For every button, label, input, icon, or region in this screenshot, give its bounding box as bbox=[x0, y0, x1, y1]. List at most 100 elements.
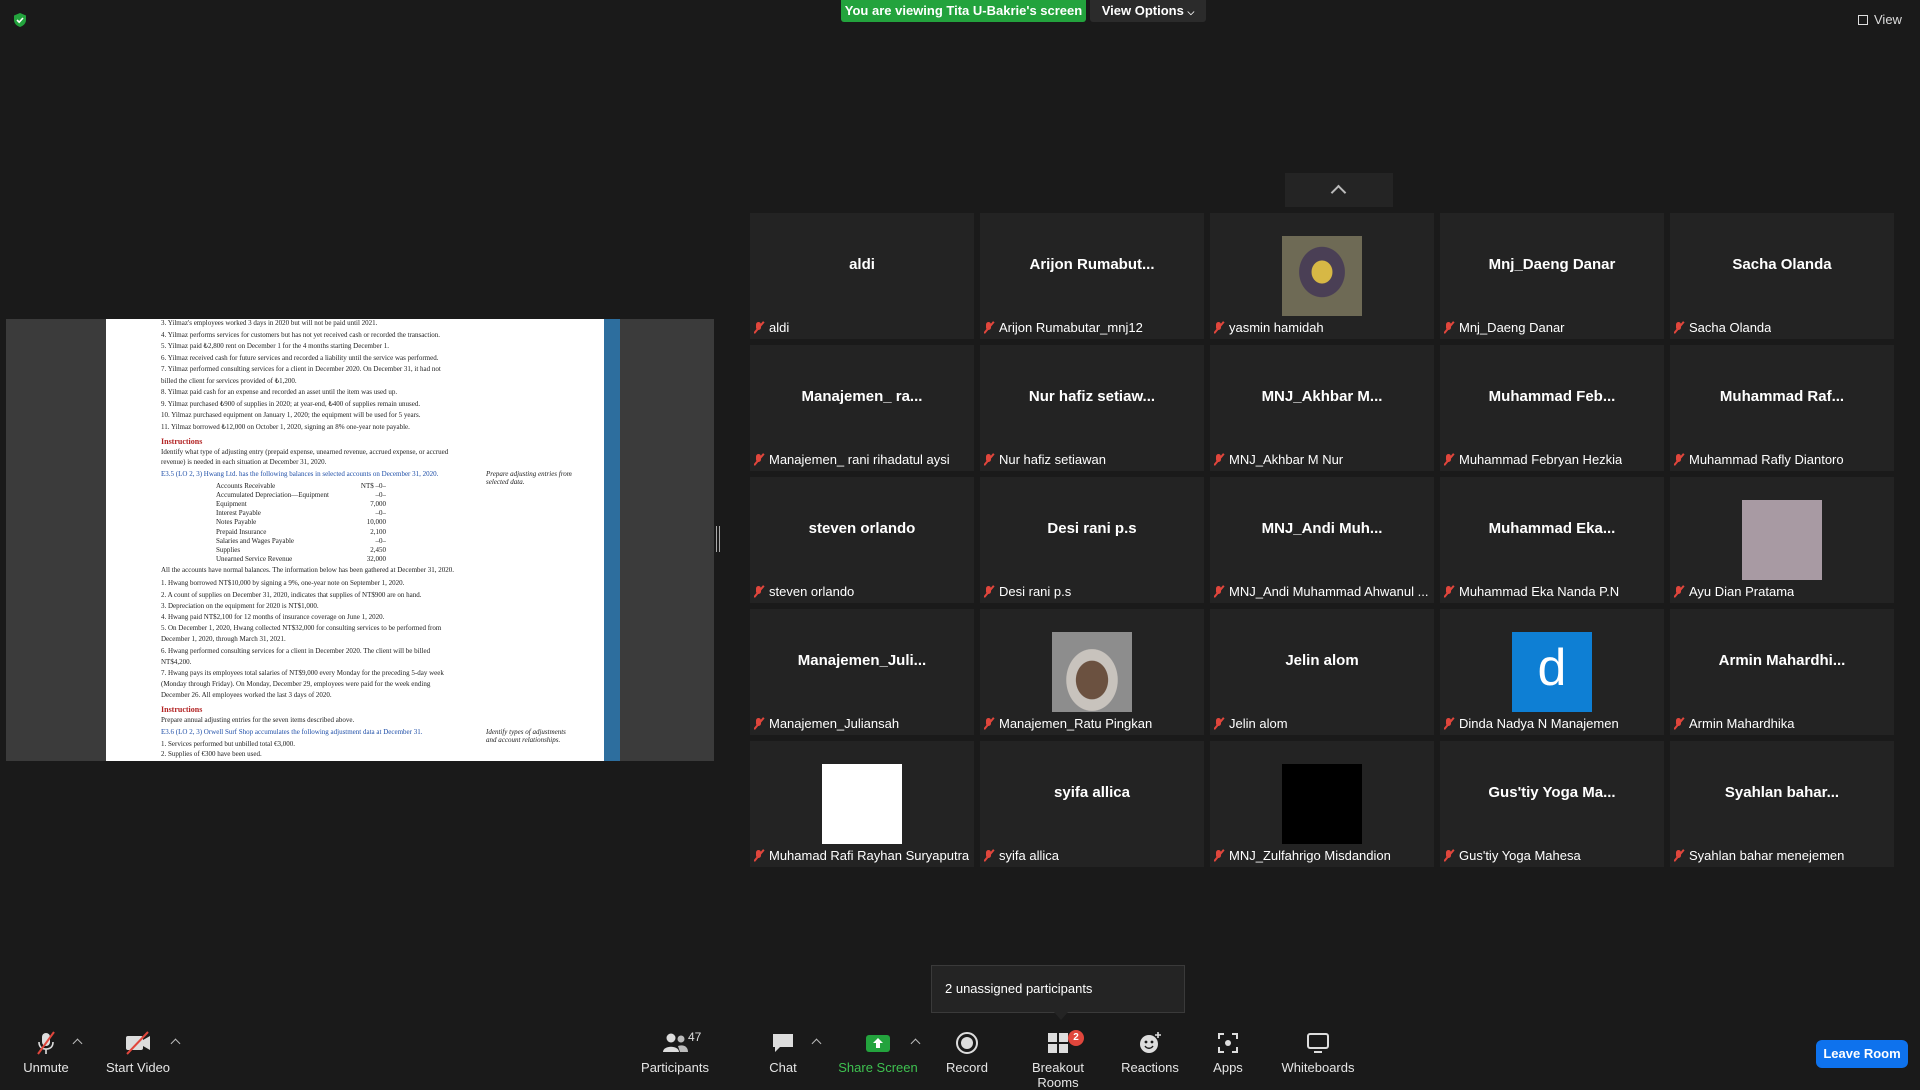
muted-mic-icon bbox=[1444, 586, 1453, 598]
participant-tile[interactable]: Muhammad Eka... Muhammad Eka Nanda P.N bbox=[1440, 477, 1664, 603]
whiteboard-icon bbox=[1280, 1030, 1356, 1056]
participant-avatar: d bbox=[1512, 632, 1592, 712]
participant-tile[interactable]: Muhamad Rafi Rayhan Suryaputra bbox=[750, 741, 974, 867]
collapse-gallery-button[interactable] bbox=[1285, 173, 1393, 207]
participant-tile[interactable]: Sacha Olanda Sacha Olanda bbox=[1670, 213, 1894, 339]
participant-tile[interactable]: MNJ_Zulfahrigo Misdandion bbox=[1210, 741, 1434, 867]
participant-tile[interactable]: Desi rani p.s Desi rani p.s bbox=[980, 477, 1204, 603]
participant-display-name: steven orlando bbox=[808, 520, 916, 537]
participant-tile[interactable]: aldi aldi bbox=[750, 213, 974, 339]
share-screen-label: Share Screen bbox=[838, 1060, 918, 1075]
shared-screen[interactable]: 3. Yilmaz's employees worked 3 days in 2… bbox=[6, 319, 714, 761]
participant-name-text: aldi bbox=[769, 320, 790, 335]
participants-button[interactable]: 47 Participants bbox=[640, 1030, 710, 1075]
muted-mic-icon bbox=[754, 586, 763, 598]
participant-tile[interactable]: syifa allica syifa allica bbox=[980, 741, 1204, 867]
chat-button[interactable]: Chat bbox=[758, 1030, 808, 1075]
document-text-line: 6. Yilmaz received cash for future servi… bbox=[161, 353, 439, 362]
participant-name-label: Gus'tiy Yoga Mahesa bbox=[1444, 847, 1581, 865]
document-text-line: 1. Services performed but unbilled total… bbox=[161, 739, 295, 748]
muted-mic-icon bbox=[1444, 718, 1453, 730]
participant-name-text: Manajemen_Juliansah bbox=[769, 716, 900, 731]
participants-icon: 47 bbox=[640, 1030, 710, 1056]
participant-display-name: Mnj_Daeng Danar bbox=[1488, 256, 1616, 273]
document-text-line: 9. Yilmaz purchased ₺900 of supplies in … bbox=[161, 399, 421, 408]
participant-name-label: Manajemen_Ratu Pingkan bbox=[984, 715, 1152, 733]
participant-display-name: Armin Mahardhi... bbox=[1718, 652, 1846, 669]
record-button[interactable]: Record bbox=[942, 1030, 992, 1075]
document-text-line: 4. Hwang paid NT$2,100 for 12 months of … bbox=[161, 612, 385, 621]
participant-tile[interactable]: Nur hafiz setiaw... Nur hafiz setiawan bbox=[980, 345, 1204, 471]
participant-tile[interactable]: steven orlando steven orlando bbox=[750, 477, 974, 603]
participant-name-text: Sacha Olanda bbox=[1689, 320, 1772, 335]
participants-label: Participants bbox=[641, 1060, 709, 1075]
participant-name-label: MNJ_Andi Muhammad Ahwanul ... bbox=[1214, 583, 1428, 601]
participant-tile[interactable]: Jelin alom Jelin alom bbox=[1210, 609, 1434, 735]
account-value: NT$ –0– bbox=[360, 481, 386, 490]
document-text-line: 1. Hwang borrowed NT$10,000 by signing a… bbox=[161, 579, 405, 588]
participant-name-label: Muhamad Rafi Rayhan Suryaputra bbox=[754, 847, 969, 865]
participant-tile[interactable]: Manajemen_Ratu Pingkan bbox=[980, 609, 1204, 735]
video-off-icon bbox=[104, 1030, 172, 1056]
unmute-button[interactable]: Unmute bbox=[14, 1030, 78, 1075]
participant-tile[interactable]: Syahlan bahar... Syahlan bahar menejemen bbox=[1670, 741, 1894, 867]
muted-mic-icon bbox=[1444, 850, 1453, 862]
apps-button[interactable]: Apps bbox=[1208, 1030, 1248, 1075]
participant-tile[interactable]: MNJ_Akhbar M... MNJ_Akhbar M Nur bbox=[1210, 345, 1434, 471]
participant-tile[interactable]: Manajemen_ ra... Manajemen_ rani rihadatu… bbox=[750, 345, 974, 471]
muted-mic-icon bbox=[984, 850, 993, 862]
participant-name-text: Muhammad Eka Nanda P.N bbox=[1459, 584, 1620, 599]
participant-tile[interactable]: MNJ_Andi Muh... MNJ_Andi Muhammad Ahwanul… bbox=[1210, 477, 1434, 603]
participant-display-name: MNJ_Akhbar M... bbox=[1261, 388, 1383, 405]
muted-mic-icon bbox=[1214, 586, 1223, 598]
participant-tile[interactable]: Gus'tiy Yoga Ma... Gus'tiy Yoga Mahesa bbox=[1440, 741, 1664, 867]
reactions-button[interactable]: Reactions bbox=[1120, 1030, 1180, 1075]
start-video-button[interactable]: Start Video bbox=[104, 1030, 172, 1075]
participant-display-name: Muhammad Eka... bbox=[1488, 520, 1616, 537]
participant-name-text: Nur hafiz setiawan bbox=[999, 452, 1106, 467]
muted-mic-icon bbox=[1214, 850, 1223, 862]
participant-tile[interactable]: Mnj_Daeng Danar Mnj_Daeng Danar bbox=[1440, 213, 1664, 339]
participant-name-text: Manajemen_ rani rihadatul aysi bbox=[769, 452, 950, 467]
document-text-line: 8. Yilmaz paid cash for an expense and r… bbox=[161, 388, 398, 396]
leave-room-button[interactable]: Leave Room bbox=[1816, 1040, 1908, 1068]
document-text-line: 6. Hwang performed consulting services f… bbox=[161, 646, 431, 655]
document-text-line: Identify what type of adjusting entry (p… bbox=[161, 448, 449, 456]
participant-name-text: steven orlando bbox=[769, 584, 855, 599]
chat-bubble-icon bbox=[758, 1030, 808, 1056]
chat-options-caret[interactable] bbox=[811, 1038, 822, 1049]
participant-avatar bbox=[1282, 236, 1362, 316]
muted-mic-icon bbox=[1674, 850, 1683, 862]
resize-splitter-handle[interactable] bbox=[716, 526, 720, 552]
view-layout-button[interactable]: View bbox=[1858, 10, 1914, 30]
breakout-rooms-label: Breakout Rooms bbox=[1031, 1060, 1085, 1090]
participant-tile[interactable]: yasmin hamidah bbox=[1210, 213, 1434, 339]
participant-tile[interactable]: Muhammad Feb... Muhammad Febryan Hezkia bbox=[1440, 345, 1664, 471]
security-shield-icon[interactable] bbox=[12, 12, 28, 28]
participant-tile[interactable]: Muhammad Raf... Muhammad Rafly Diantoro bbox=[1670, 345, 1894, 471]
participant-name-label: MNJ_Zulfahrigo Misdandion bbox=[1214, 847, 1391, 865]
participant-tile[interactable]: d Dinda Nadya N Manajemen bbox=[1440, 609, 1664, 735]
participant-name-label: Armin Mahardhika bbox=[1674, 715, 1795, 733]
muted-mic-icon bbox=[14, 1030, 78, 1056]
share-screen-button[interactable]: Share Screen bbox=[838, 1030, 918, 1075]
participant-display-name: Desi rani p.s bbox=[1047, 520, 1137, 537]
muted-mic-icon bbox=[754, 322, 763, 334]
breakout-rooms-button[interactable]: 2 Breakout Rooms bbox=[1012, 1030, 1104, 1090]
participant-tile[interactable]: Ayu Dian Pratama bbox=[1670, 477, 1894, 603]
participant-name-label: Sacha Olanda bbox=[1674, 319, 1771, 337]
participant-tile[interactable]: Armin Mahardhi... Armin Mahardhika bbox=[1670, 609, 1894, 735]
view-options-button[interactable]: View Options ⌵ bbox=[1090, 0, 1206, 22]
video-options-caret[interactable] bbox=[170, 1038, 181, 1049]
whiteboards-button[interactable]: Whiteboards bbox=[1280, 1030, 1356, 1075]
account-value: –0– bbox=[375, 509, 387, 518]
participant-tile[interactable]: Arijon Rumabut... Arijon Rumabutar_mnj12 bbox=[980, 213, 1204, 339]
muted-mic-icon bbox=[1444, 322, 1453, 334]
participant-name-label: syifa allica bbox=[984, 847, 1059, 865]
grid-view-icon bbox=[1858, 15, 1868, 25]
participant-name-label: steven orlando bbox=[754, 583, 854, 601]
document-text-line: 5. On December 1, 2020, Hwang collected … bbox=[161, 624, 442, 633]
unassigned-participants-tooltip[interactable]: 2 unassigned participants bbox=[931, 965, 1185, 1020]
participant-tile[interactable]: Manajemen_Juli... Manajemen_Juliansah bbox=[750, 609, 974, 735]
participant-name-text: Dinda Nadya N Manajemen bbox=[1459, 716, 1619, 731]
